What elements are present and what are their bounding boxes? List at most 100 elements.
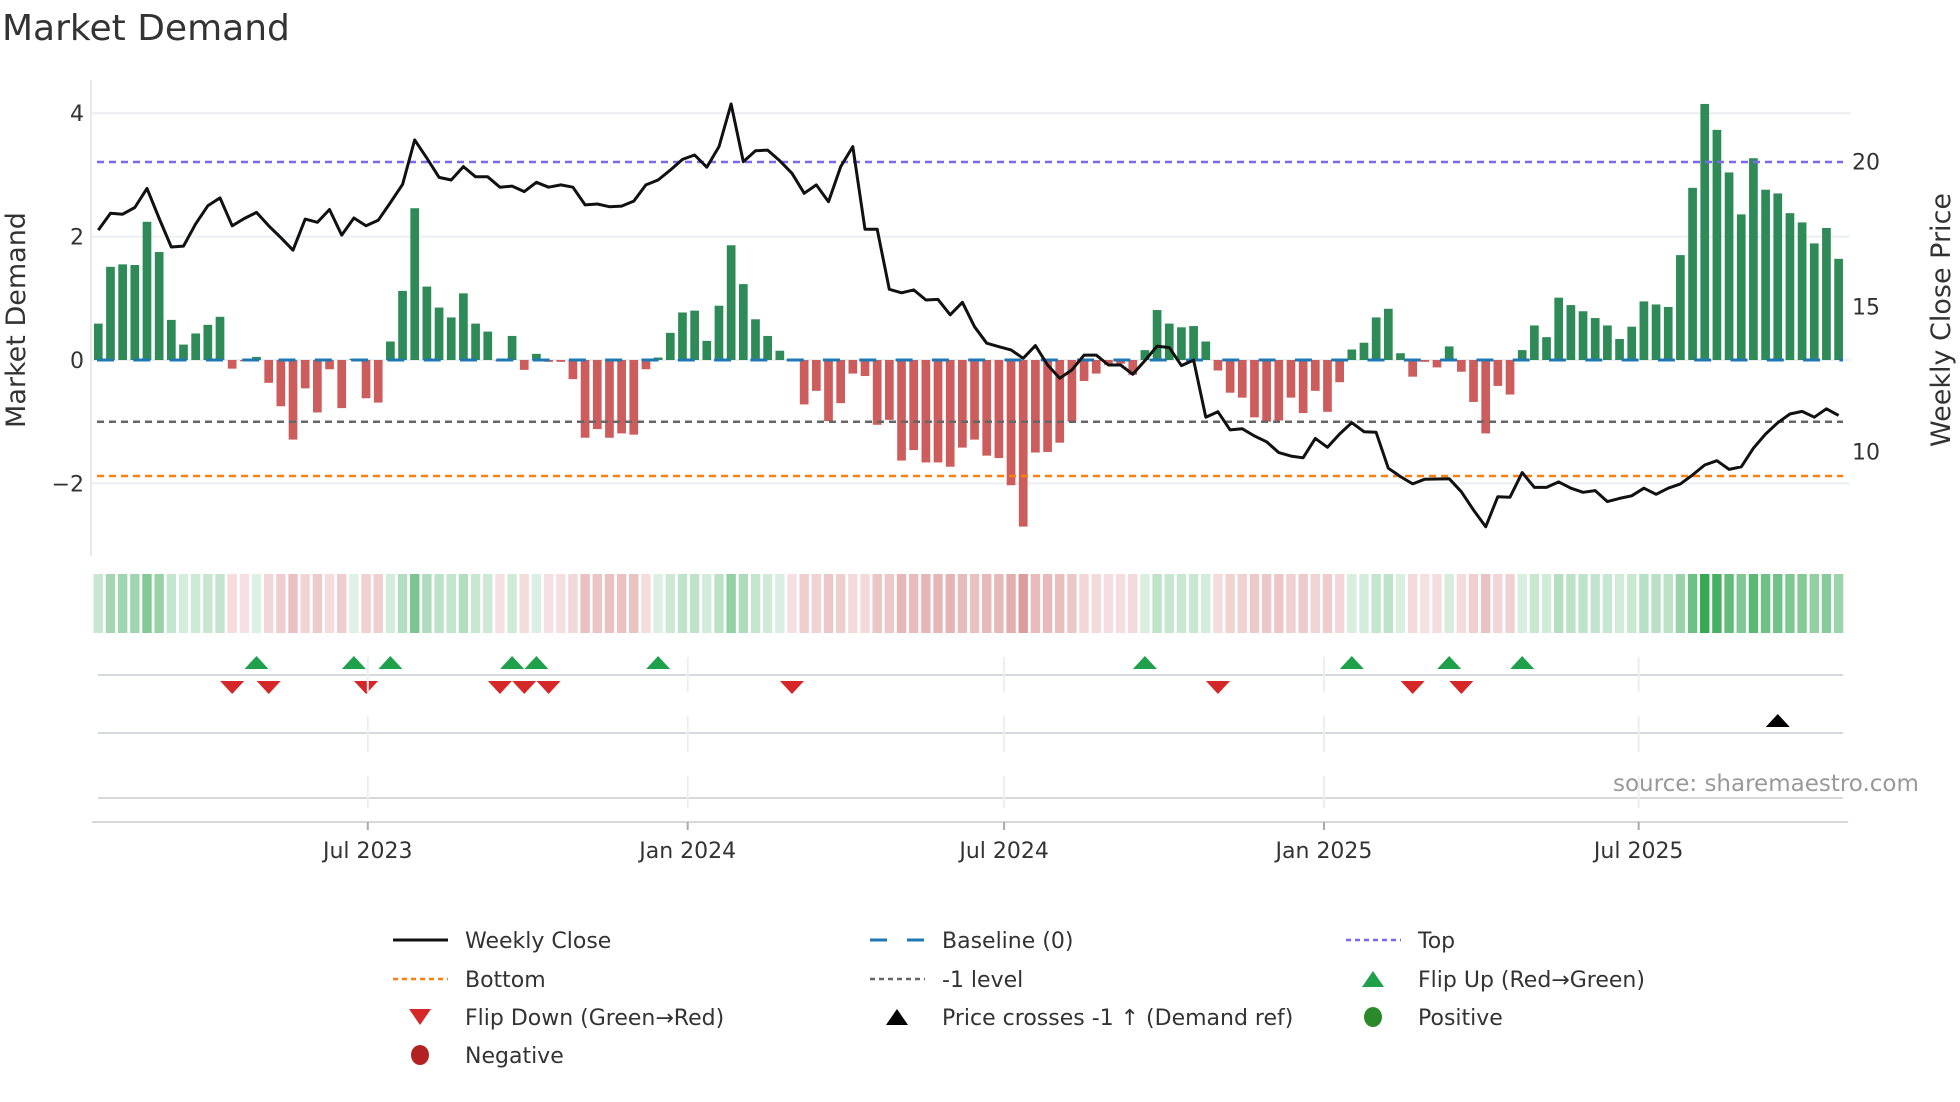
flip-up-marker: [524, 656, 549, 669]
demand-bar: [1834, 258, 1843, 360]
demand-bar: [1505, 360, 1515, 395]
demand-bar: [1177, 327, 1186, 360]
heat-cell: [592, 574, 602, 633]
heat-cell: [908, 574, 919, 633]
triangle-up-icon: [886, 1009, 908, 1025]
y-axis-label-right: Weekly Close Price: [1926, 193, 1957, 447]
heat-cell: [1176, 574, 1187, 633]
heat-cell: [945, 574, 955, 633]
demand-bar: [1444, 346, 1454, 360]
heat-cell: [1578, 574, 1588, 633]
heat-cell: [1334, 574, 1345, 633]
heat-cell: [1322, 574, 1333, 633]
heat-cell: [1030, 574, 1041, 633]
demand-bar: [1676, 255, 1685, 360]
heat-cell: [276, 574, 286, 633]
demand-bar: [1213, 360, 1223, 371]
demand-bar: [166, 319, 176, 360]
heat-cell: [263, 574, 274, 633]
heat-cell: [1237, 574, 1247, 633]
heat-cell: [1420, 574, 1430, 633]
heat-cell: [1213, 574, 1223, 633]
heat-cell: [982, 574, 992, 633]
demand-bar: [702, 340, 712, 360]
heat-cell: [1042, 574, 1053, 633]
heat-cell: [1018, 574, 1028, 633]
heat-cell: [1091, 574, 1101, 633]
heat-cell: [324, 574, 335, 633]
heat-cell: [1274, 574, 1284, 633]
legend-label: Flip Down (Green→Red): [465, 1006, 724, 1031]
demand-bar: [1688, 187, 1697, 360]
demand-bar: [1347, 349, 1357, 360]
demand-bar: [1809, 243, 1819, 360]
demand-bar: [556, 360, 566, 362]
demand-bar: [471, 323, 480, 360]
heat-cell: [1712, 574, 1722, 633]
heat-cell: [762, 574, 773, 633]
demand-bar: [1590, 318, 1600, 360]
demand-bar: [1371, 317, 1381, 360]
heat-cell: [896, 574, 907, 633]
heat-cell: [1164, 574, 1174, 633]
demand-bar: [872, 360, 882, 425]
demand-bar: [848, 360, 858, 374]
demand-bar: [1456, 360, 1466, 372]
demand-bar: [1298, 360, 1308, 414]
heat-cell: [190, 574, 201, 633]
heat-cell: [1529, 574, 1540, 633]
heat-cell: [604, 574, 615, 633]
demand-bar: [1189, 326, 1198, 360]
demand-bar: [824, 360, 833, 422]
heat-cell: [1432, 574, 1442, 633]
demand-bar: [154, 252, 164, 360]
demand-bar: [398, 290, 407, 360]
heat-cell: [130, 574, 140, 633]
heat-cell: [519, 574, 529, 633]
heat-cell: [312, 574, 323, 633]
y-tick-label: 2: [70, 226, 84, 251]
heat-cell: [215, 574, 225, 633]
price-cross-marker: [1765, 714, 1790, 727]
demand-bar: [909, 360, 919, 451]
y2-tick-label: 15: [1852, 296, 1880, 321]
heat-cell: [1347, 574, 1357, 633]
demand-bar: [678, 312, 687, 360]
flip-up-marker: [244, 656, 269, 669]
legend: Weekly Close Baseline (0) Top Bottom -1 leve…: [393, 929, 1645, 1069]
demand-bar: [1274, 360, 1284, 421]
demand-bar: [714, 305, 724, 360]
market-demand-chart: Market Demand 420−2201510 Jul 2023 Jan 20…: [1, 8, 1957, 1069]
heat-cell: [969, 574, 980, 633]
flip-up-marker: [1437, 656, 1462, 669]
heat-cell: [556, 574, 566, 633]
demand-bar: [568, 360, 578, 380]
demand-bar: [373, 360, 383, 403]
demand-bar: [1822, 227, 1831, 360]
heat-cell: [714, 574, 724, 633]
heat-cell: [385, 574, 396, 633]
heat-cell: [1639, 574, 1649, 633]
heat-cell: [957, 574, 968, 633]
heat-cell: [397, 574, 408, 633]
demand-bar: [580, 360, 590, 438]
demand-bar: [1627, 326, 1637, 360]
demand-bar: [1396, 353, 1405, 360]
heat-cell: [1371, 574, 1381, 633]
demand-bar: [519, 360, 529, 370]
heat-cell: [1310, 574, 1320, 633]
x-tick-label: Jan 2024: [637, 839, 736, 864]
heat-cell: [1785, 574, 1795, 633]
flip-down-marker: [1205, 681, 1230, 694]
heat-cell: [1468, 574, 1479, 633]
heat-cell: [446, 574, 456, 633]
heat-cell: [848, 574, 858, 633]
heat-cell: [872, 574, 882, 633]
heat-cell: [799, 574, 809, 633]
y-tick-label: −2: [52, 472, 84, 497]
demand-bar: [410, 208, 420, 360]
demand-bar: [507, 335, 517, 360]
heat-cell: [1821, 574, 1832, 633]
heat-cell: [507, 574, 517, 633]
heat-cell: [1700, 574, 1710, 633]
